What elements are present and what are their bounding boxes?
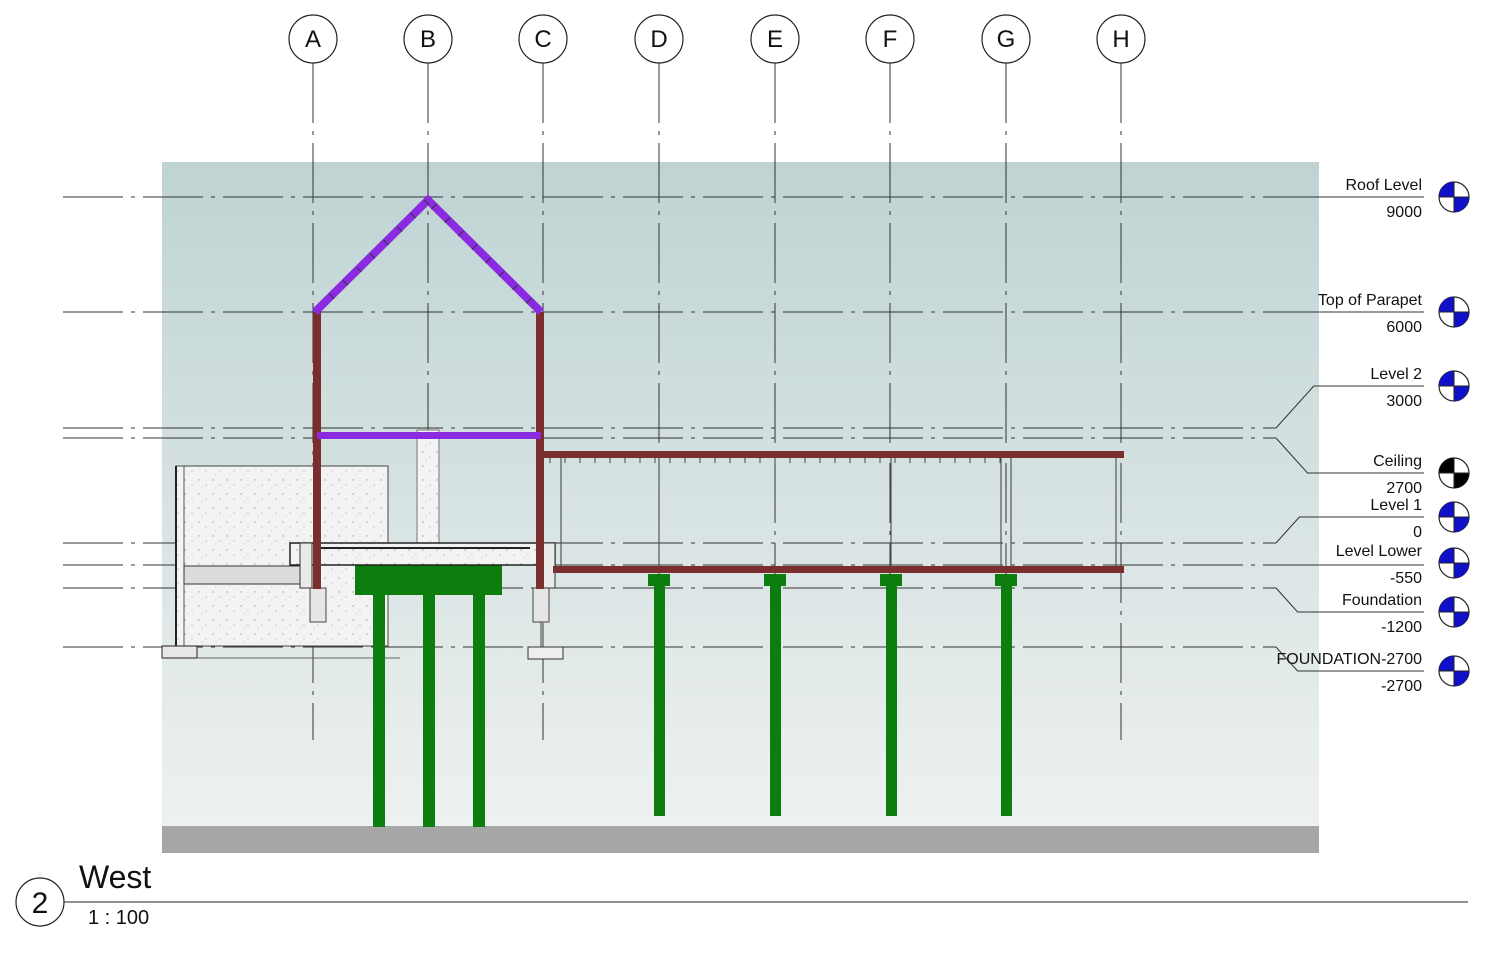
- level-name: FOUNDATION-2700: [1276, 651, 1422, 668]
- column: [313, 312, 321, 589]
- level-marker-icon: [1438, 296, 1470, 328]
- pile: [770, 586, 781, 816]
- grid-label: G: [997, 26, 1016, 53]
- grid-label: F: [883, 26, 898, 53]
- level-name: Ceiling: [1373, 453, 1422, 470]
- level-head-roof-level: Roof Level 9000: [1346, 177, 1470, 221]
- grid-label: B: [420, 26, 436, 53]
- beam-ceiling: [544, 451, 1124, 458]
- level-elevation: -1200: [1381, 619, 1422, 636]
- level-name: Level 2: [1370, 366, 1422, 383]
- view-number: 2: [32, 887, 49, 920]
- beam-level-1: [553, 566, 1124, 573]
- pile: [473, 595, 485, 827]
- level-marker-icon: [1438, 181, 1470, 213]
- level-marker-icon: [1438, 655, 1470, 687]
- view-title: 2 West 1 : 100: [15, 859, 1468, 929]
- level-name: Level Lower: [1336, 543, 1423, 560]
- level-marker-icon: [1438, 547, 1470, 579]
- level-marker-icon: [1438, 501, 1470, 533]
- view-scale: 1 : 100: [88, 907, 149, 929]
- west-elevation-drawing: A B C D E F G H Roof Level9000Top of Parapet600…: [15, 14, 1470, 929]
- level-head-ceiling: Ceiling 2700: [1373, 453, 1470, 497]
- pile-cap: [764, 574, 786, 586]
- grid-label: E: [767, 26, 783, 53]
- pile: [1001, 586, 1012, 816]
- level-head-top-of-parapet: Top of Parapet 6000: [1318, 292, 1470, 336]
- pile-cap-main: [355, 563, 502, 595]
- grid-label: H: [1112, 26, 1129, 53]
- level-elevation: 6000: [1386, 319, 1422, 336]
- level-elevation: -2700: [1381, 678, 1422, 695]
- ground-band: [162, 826, 1319, 853]
- grid-label: C: [534, 26, 551, 53]
- level-name: Foundation: [1342, 592, 1422, 609]
- level-name: Top of Parapet: [1318, 292, 1423, 309]
- grid-label: A: [305, 26, 321, 53]
- pile: [886, 586, 897, 816]
- level-elevation: 3000: [1386, 393, 1422, 410]
- pile-cap: [880, 574, 902, 586]
- level-marker-icon: [1438, 457, 1470, 489]
- pile: [423, 595, 435, 827]
- level-elevation: 0: [1413, 524, 1422, 541]
- level-head-level-1: Level 1 0: [1370, 497, 1470, 541]
- level-elevation: 2700: [1386, 480, 1422, 497]
- pile: [373, 595, 385, 827]
- level-marker-icon: [1438, 596, 1470, 628]
- view-title-text: West: [79, 859, 151, 895]
- pile: [654, 586, 665, 816]
- pile-cap: [648, 574, 670, 586]
- level-head-level-2: Level 2 3000: [1370, 366, 1470, 410]
- column: [536, 312, 544, 589]
- level-marker-icon: [1438, 370, 1470, 402]
- grid-label: D: [650, 26, 667, 53]
- level-2-floor: [317, 432, 541, 439]
- level-name: Level 1: [1370, 497, 1422, 514]
- level-head-foundation: Foundation -1200: [1342, 592, 1470, 636]
- level-elevation: -550: [1390, 570, 1422, 587]
- level-name: Roof Level: [1346, 177, 1423, 194]
- level-elevation: 9000: [1386, 204, 1422, 221]
- pile-cap: [995, 574, 1017, 586]
